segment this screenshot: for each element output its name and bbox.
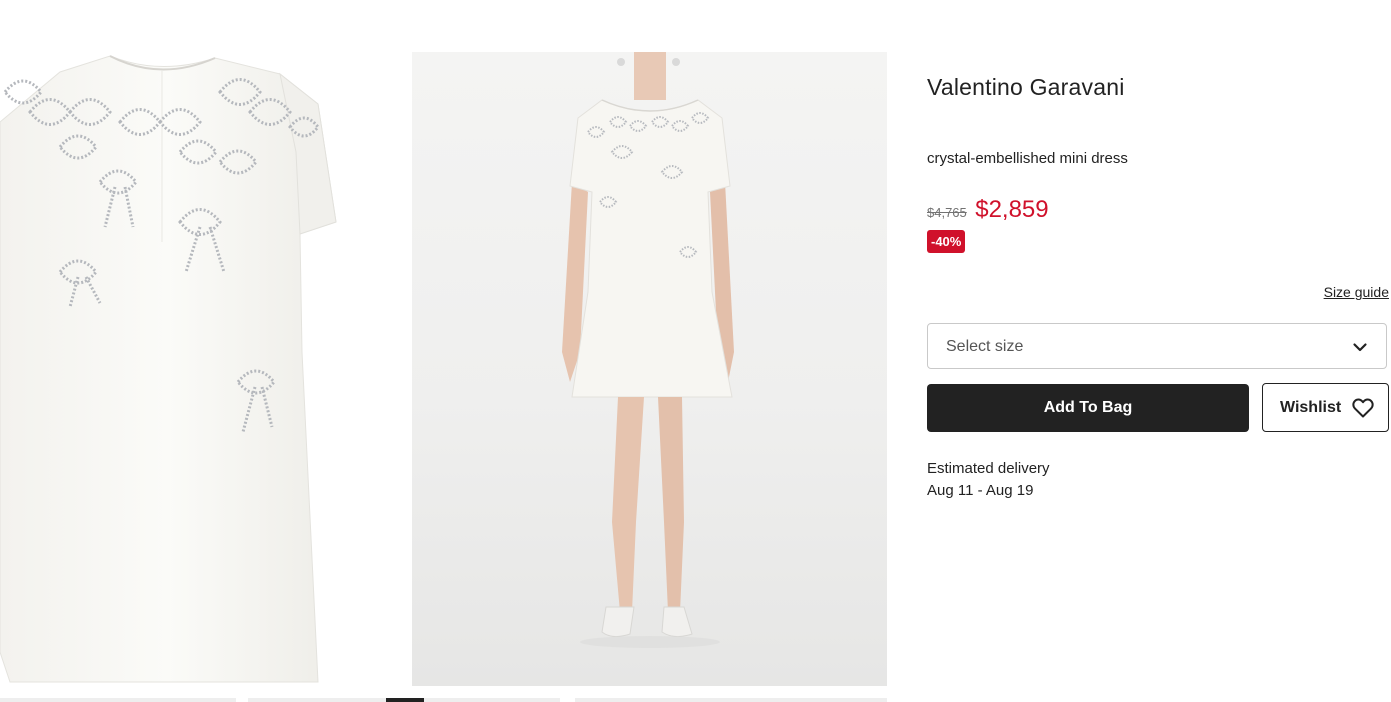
sale-price: $2,859 [975, 196, 1049, 223]
thumbnail[interactable] [424, 698, 560, 702]
size-select-placeholder: Select size [946, 338, 1024, 355]
product-name: crystal-embellished mini dress [927, 150, 1128, 167]
add-to-bag-button[interactable]: Add To Bag [927, 384, 1249, 432]
heart-icon [1351, 396, 1375, 425]
dress-model-image[interactable] [412, 52, 887, 686]
discount-badge: -40% [927, 230, 966, 253]
thumbnail[interactable] [0, 698, 236, 702]
product-page: Valentino Garavani crystal-embellished m… [0, 0, 1391, 702]
wishlist-label: Wishlist [1280, 399, 1342, 416]
model-illustration [562, 52, 734, 648]
wishlist-button[interactable]: Wishlist [1262, 383, 1389, 432]
size-select[interactable]: Select size [927, 323, 1387, 369]
product-gallery [0, 52, 887, 686]
dress-detail-image[interactable] [0, 52, 388, 686]
thumbnail[interactable] [248, 698, 386, 702]
delivery-dates: Aug 11 - Aug 19 [927, 482, 1034, 499]
dress-detail-illustration [0, 55, 337, 683]
original-price: $4,765 [927, 205, 967, 220]
thumbnail[interactable] [575, 698, 887, 702]
chevron-down-icon [1352, 339, 1368, 360]
size-guide-link[interactable]: Size guide [1324, 284, 1389, 300]
delivery-label: Estimated delivery [927, 460, 1050, 477]
brand-name[interactable]: Valentino Garavani [927, 74, 1125, 101]
thumbnail-active-indicator[interactable] [386, 698, 424, 702]
price-row: $4,765 $2,859 [927, 196, 1049, 224]
thumbnail-strip [0, 698, 887, 702]
